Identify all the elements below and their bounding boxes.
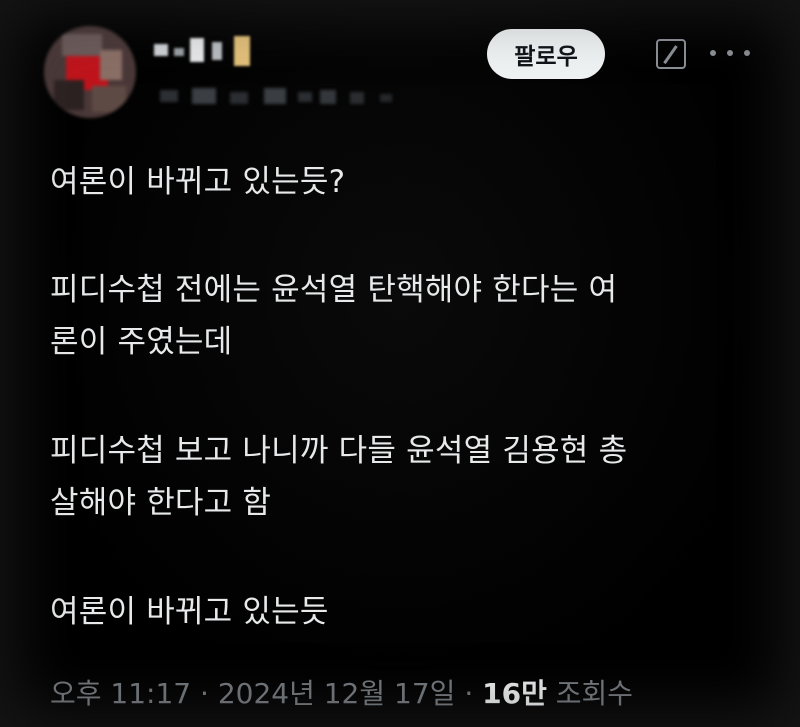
tweet-text-line: 론이 주였는데 (50, 324, 233, 360)
tweet-text-line: 여론이 바뀌고 있는듯? (50, 164, 346, 200)
follow-button[interactable]: 팔로우 (487, 29, 605, 79)
timestamp-time[interactable]: 오후 11:17 (50, 677, 191, 710)
views-count[interactable]: 16만 (482, 677, 547, 710)
separator-dot: · (455, 677, 483, 710)
handle-redacted[interactable] (160, 86, 410, 108)
tweet-text-line: 살해야 한다고 함 (50, 485, 272, 521)
separator-dot: · (191, 677, 218, 710)
avatar[interactable] (44, 26, 136, 118)
timestamp-date[interactable]: 2024년 12월 17일 (218, 677, 456, 710)
slash-square-icon[interactable] (656, 39, 686, 69)
tweet-text-line: 피디수첩 보고 나니까 다들 윤석열 김용현 총 (50, 433, 628, 469)
tweet-text-line: 여론이 바뀌고 있는듯 (50, 594, 329, 630)
tweet-text-line: 피디수첩 전에는 윤석열 탄핵해야 한다는 여 (50, 272, 618, 308)
tweet-meta: 오후 11:17 · 2024년 12월 17일 · 16만 조회수 (50, 672, 633, 712)
views-label: 조회수 (546, 677, 634, 710)
more-dots-icon[interactable] (710, 43, 750, 63)
display-name-redacted[interactable] (150, 32, 260, 68)
